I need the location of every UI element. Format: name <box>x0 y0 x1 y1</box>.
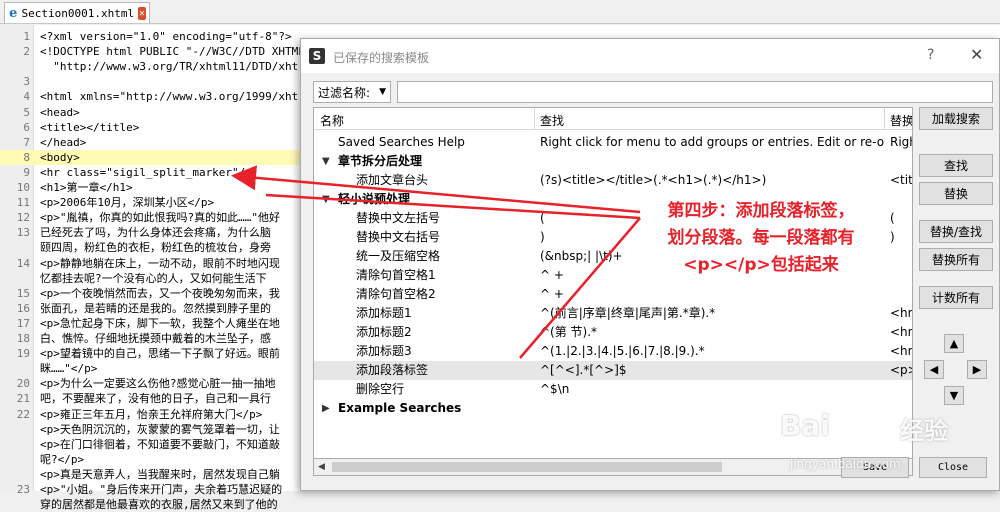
annotation-text: 第四步：添加段落标签， 划分段落。每一段落都有 <p></p>包括起来 <box>636 198 886 279</box>
arrow-line <box>519 217 641 359</box>
annotation-line: 第四步：添加段落标签， <box>667 201 855 221</box>
baidu-watermark: Bai 经验 jingyan.baidu.com <box>780 407 995 487</box>
annotation-line: 划分段落。每一段落都有 <box>667 228 855 248</box>
code-line[interactable]: 穿的居然都是他最喜欢的衣服,居然又来到了他的 <box>0 497 1000 512</box>
watermark-text: 经验 <box>900 417 948 445</box>
annotation-line: <p></p>包括起来 <box>683 255 839 275</box>
watermark-url: jingyan.baidu.com <box>790 457 901 471</box>
watermark-logo: Bai <box>780 409 830 442</box>
code-text[interactable]: 穿的居然都是他最喜欢的衣服,居然又来到了他的 <box>40 497 278 512</box>
